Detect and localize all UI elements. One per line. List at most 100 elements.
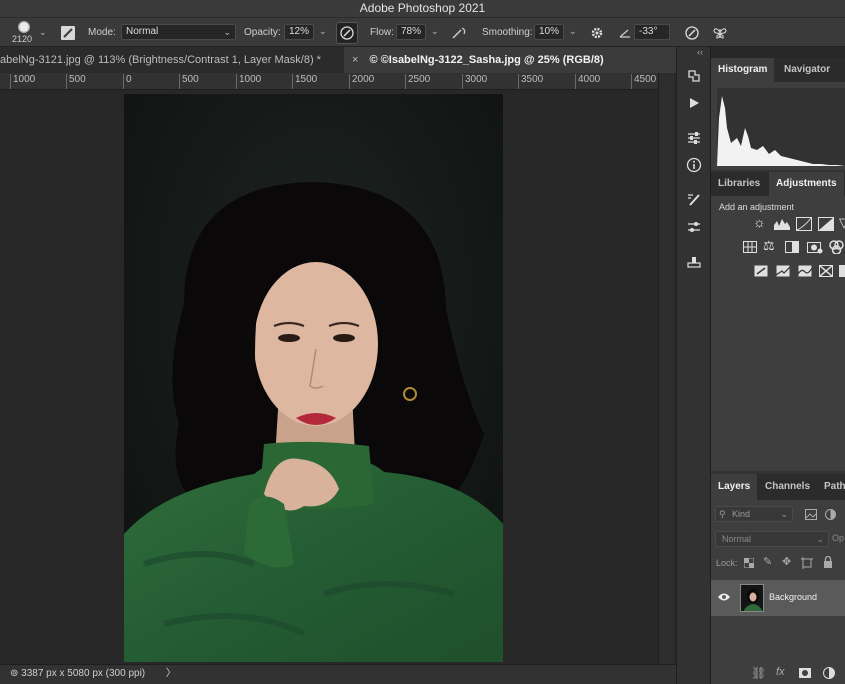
hue-saturation-icon[interactable] (743, 241, 757, 253)
chevron-down-icon: ⌄ (780, 509, 788, 519)
brush-preset-picker[interactable] (12, 20, 36, 34)
flow-value: 78% (401, 26, 422, 37)
ruler-tick: 1000 (236, 74, 261, 89)
smoothing-settings-gear-icon[interactable] (586, 22, 608, 44)
exposure-icon[interactable] (818, 217, 834, 231)
color-balance-icon[interactable]: ⚖ (763, 238, 775, 254)
mode-label: Mode: (88, 27, 116, 38)
histogram-graph (717, 88, 845, 166)
layer-name[interactable]: Background (769, 592, 817, 602)
properties-sliders-icon[interactable] (682, 127, 706, 149)
history-icon[interactable] (682, 65, 706, 87)
eye-visibility-icon[interactable] (717, 592, 731, 602)
threshold-icon[interactable] (798, 265, 812, 277)
brush-angle-field[interactable]: -33° (634, 24, 670, 40)
tab-histogram[interactable]: Histogram (711, 58, 775, 82)
channel-mixer-icon[interactable] (829, 240, 845, 254)
status-menu-arrow-icon[interactable]: 〉 (166, 668, 176, 679)
right-panel-dock: Histogram Navigator Libraries Adjustment… (711, 58, 845, 684)
lock-transparent-pixels-icon[interactable] (744, 558, 754, 568)
document-tab-bar: abelNg-3121.jpg @ 113% (Brightness/Contr… (0, 47, 676, 73)
brush-size-readout: 2120 (12, 34, 33, 44)
lock-image-pixels-icon[interactable]: ✎ (763, 555, 772, 568)
airbrush-button[interactable] (448, 22, 470, 44)
filter-image-layers-icon[interactable] (805, 509, 817, 520)
mode-value: Normal (126, 26, 159, 37)
tab-layers[interactable]: Layers (711, 474, 758, 500)
tab-document-3121[interactable]: abelNg-3121.jpg @ 113% (Brightness/Contr… (0, 47, 329, 73)
histogram-panel-tabs: Histogram Navigator (711, 58, 845, 82)
ruler-tick: 3000 (462, 74, 487, 89)
filter-adjustment-layers-icon[interactable] (825, 509, 836, 520)
mode-select[interactable]: Normal ⌄ (121, 24, 236, 40)
tab-paths[interactable]: Path (817, 474, 845, 500)
new-adjustment-layer-icon[interactable] (823, 667, 835, 679)
photo-filter-icon[interactable] (807, 240, 823, 254)
search-icon: ⚲ (719, 509, 726, 519)
flow-field[interactable]: 78% (396, 24, 426, 40)
ruler-tick: 1500 (292, 74, 317, 89)
vibrance-icon[interactable]: ▽ (839, 215, 845, 231)
tab-document-3122[interactable]: × © ©IsabelNg-3122_Sasha.jpg @ 25% (RGB/… (344, 47, 676, 73)
info-icon[interactable] (682, 154, 706, 176)
collapse-panels-icon[interactable]: ‹‹ (697, 47, 703, 57)
ruler-tick: 4000 (575, 74, 600, 89)
black-white-icon[interactable] (785, 241, 799, 253)
ruler-tick: 0 (123, 74, 132, 89)
blend-mode-select[interactable]: Normal ⌄ (715, 531, 829, 547)
tab-adjustments[interactable]: Adjustments (769, 172, 844, 196)
opacity-field[interactable]: 12% (284, 24, 314, 40)
horizontal-ruler: 1000 500 0 500 1000 1500 2000 2500 3000 … (0, 73, 658, 90)
curves-icon[interactable] (796, 217, 812, 231)
layer-row-background[interactable]: Background (711, 580, 845, 616)
pressure-size-button[interactable] (681, 22, 703, 44)
pressure-opacity-button[interactable] (336, 22, 358, 44)
adjustments-panel-tabs: Libraries Adjustments (711, 172, 845, 196)
canvas-workspace[interactable] (0, 91, 658, 664)
play-actions-icon[interactable] (682, 92, 706, 114)
angle-value: -33° (639, 26, 658, 37)
posterize-icon[interactable] (776, 265, 790, 277)
layers-panel-tabs: Layers Channels Path (711, 474, 845, 500)
brush-settings-icon[interactable] (682, 189, 706, 211)
levels-icon[interactable] (774, 218, 790, 230)
ruler-tick: 500 (66, 74, 86, 89)
chevron-down-icon[interactable]: ⌄ (319, 26, 327, 37)
add-mask-icon[interactable] (799, 668, 811, 678)
ruler-tick: 2500 (405, 74, 430, 89)
smoothing-label: Smoothing: (482, 27, 533, 38)
ruler-tick: 500 (179, 74, 199, 89)
lock-artboard-icon[interactable] (801, 557, 813, 569)
angle-icon (614, 22, 636, 44)
brush-settings-toggle[interactable] (57, 22, 79, 44)
chevron-down-icon: ⌄ (223, 27, 231, 37)
window-title-bar: Adobe Photoshop 2021 (0, 0, 845, 17)
brightness-contrast-icon[interactable]: ☼ (753, 214, 766, 230)
lock-all-icon[interactable] (823, 556, 833, 568)
smoothing-field[interactable]: 10% (534, 24, 564, 40)
chevron-down-icon: ⌄ (816, 534, 824, 544)
gradient-map-icon[interactable] (839, 265, 845, 277)
symmetry-butterfly-icon[interactable] (709, 22, 731, 44)
tab-navigator[interactable]: Navigator (777, 58, 837, 82)
chevron-down-icon[interactable]: ⌄ (569, 26, 577, 37)
layer-thumbnail (740, 584, 764, 612)
status-bar: ⊚ 3387 px x 5080 px (300 ppi) 〉 (0, 664, 676, 684)
tab-libraries[interactable]: Libraries (711, 172, 767, 196)
lock-position-icon[interactable]: ✥ (782, 555, 791, 568)
selective-color-icon[interactable] (819, 265, 833, 277)
close-tab-icon[interactable]: × (352, 54, 358, 66)
clone-source-icon[interactable] (682, 251, 706, 273)
layer-kind-filter[interactable]: ⚲ Kind ⌄ (715, 506, 793, 522)
tab-label: © ©IsabelNg-3122_Sasha.jpg @ 25% (RGB/8) (369, 54, 604, 66)
chevron-down-icon[interactable]: ⌄ (431, 26, 439, 37)
tab-channels[interactable]: Channels (758, 474, 817, 500)
invert-icon[interactable] (754, 265, 768, 277)
document-canvas-photo[interactable] (124, 94, 503, 662)
tool-presets-icon[interactable] (682, 216, 706, 238)
layer-effects-fx-icon[interactable]: fx (776, 666, 785, 678)
chevron-down-icon[interactable]: ⌄ (39, 27, 47, 38)
link-layers-icon[interactable]: ⛓ (751, 666, 766, 680)
tool-options-bar: 2120 ⌄ Mode: Normal ⌄ Opacity: 12% ⌄ Flo… (0, 17, 845, 47)
vertical-scrollbar[interactable] (658, 73, 674, 664)
